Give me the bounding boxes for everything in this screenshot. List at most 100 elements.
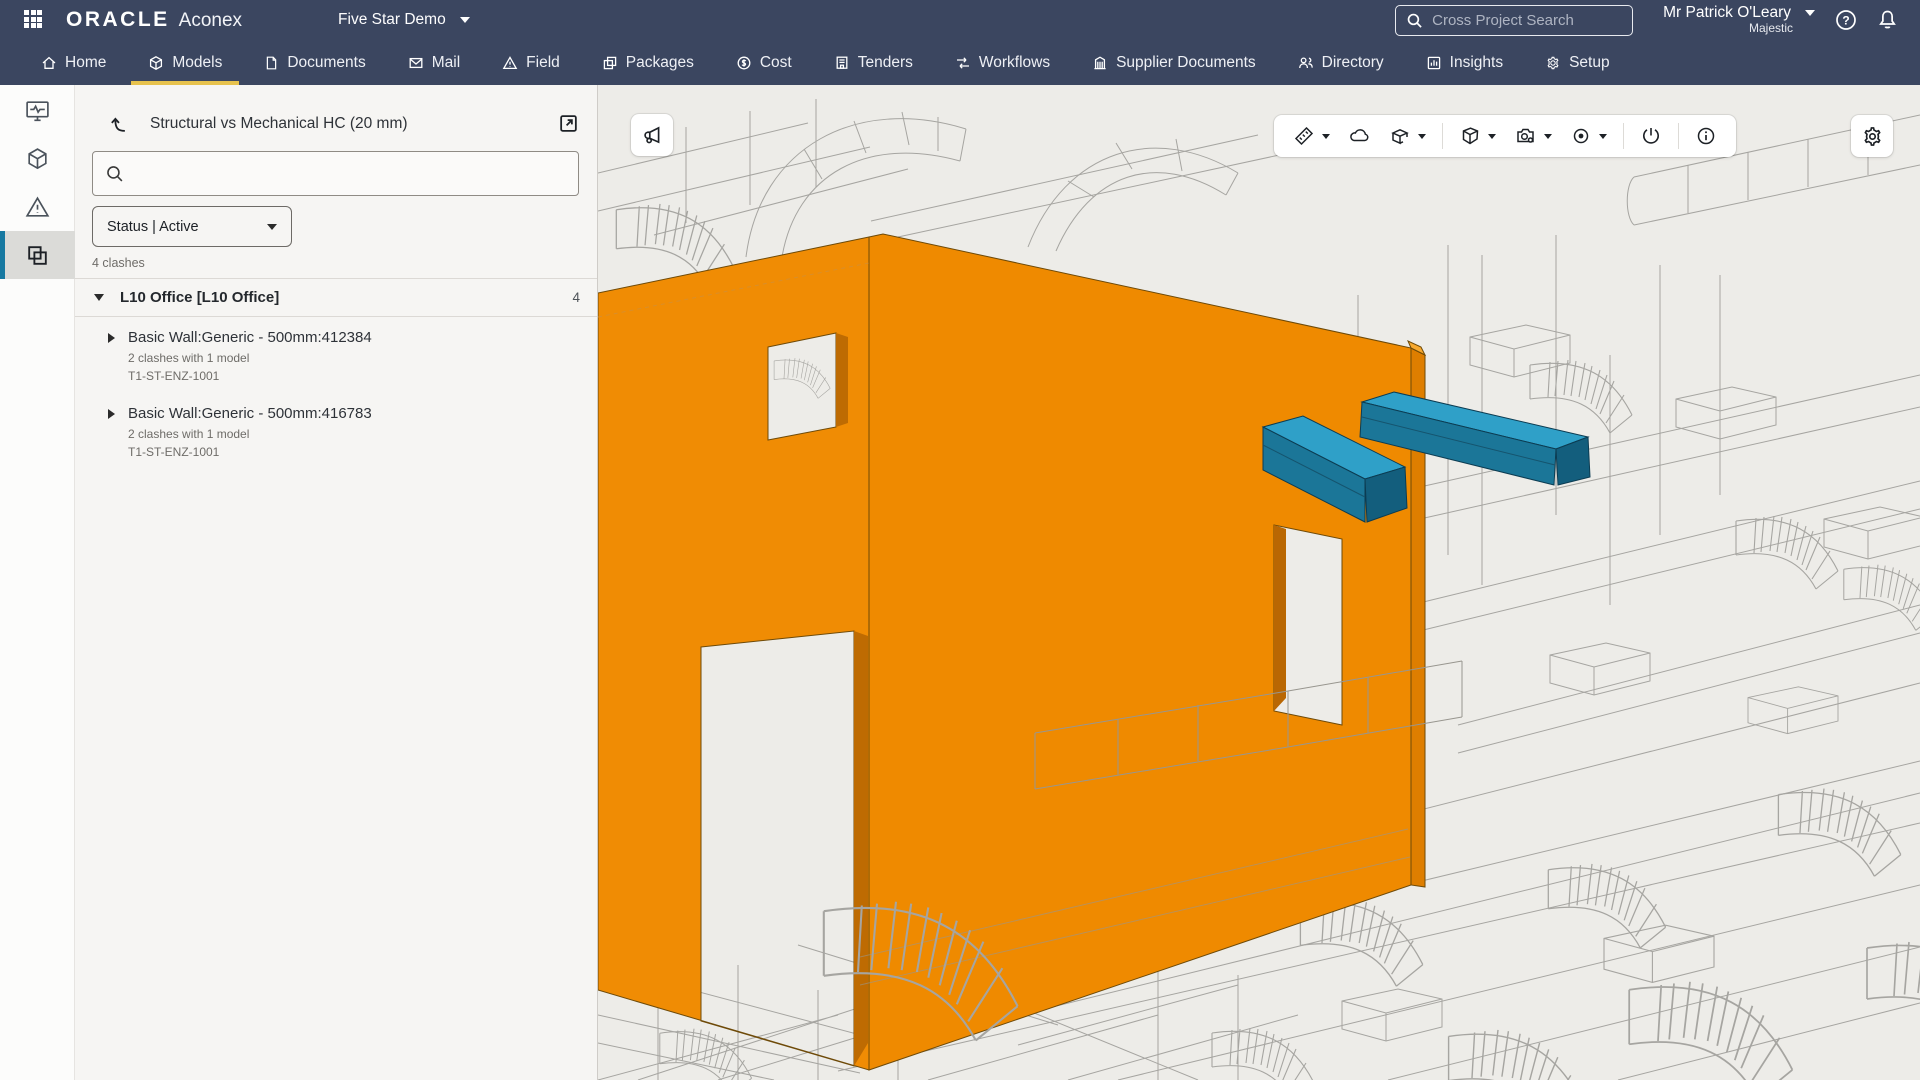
door-reveal (854, 631, 868, 1066)
bell-icon (1877, 9, 1898, 31)
notifications-button[interactable] (1877, 9, 1898, 31)
toolbar-divider (1623, 123, 1624, 149)
gear-icon (1861, 125, 1884, 148)
door2-reveal (1274, 525, 1286, 711)
home-icon (41, 55, 57, 71)
external-link-icon (558, 113, 579, 134)
info-icon (1695, 125, 1717, 147)
clash-item-model-code: T1-ST-ENZ-1001 (128, 445, 372, 459)
search-icon (1406, 12, 1423, 29)
warning-triangle-icon (502, 55, 518, 71)
clash-group-row[interactable]: L10 Office [L10 Office] 4 (75, 279, 597, 316)
project-name: Five Star Demo (338, 11, 446, 29)
nav-directory[interactable]: Directory (1277, 40, 1405, 85)
viewer-settings-button[interactable] (1851, 115, 1893, 157)
chevron-down-icon (1805, 10, 1815, 16)
chevron-down-icon (1418, 134, 1426, 139)
window-reveal (836, 333, 848, 427)
top-bar: ORACLE Aconex Five Star Demo Mr Patrick … (0, 0, 1920, 85)
power-icon (1640, 125, 1662, 147)
help-button[interactable]: ? (1835, 9, 1857, 31)
left-icon-rail (0, 85, 75, 1080)
issues-triangle-icon (24, 194, 51, 221)
toolbar-divider (1678, 123, 1679, 149)
viewer-screen-icon (24, 98, 51, 125)
chevron-down-icon (1599, 134, 1607, 139)
announcements-button[interactable] (631, 114, 673, 156)
chevron-down-icon (1322, 134, 1330, 139)
clash-count-summary: 4 clashes (92, 256, 597, 270)
section-box-icon (1389, 125, 1411, 147)
app-waffle-icon[interactable] (24, 10, 44, 30)
nav-workflows[interactable]: Workflows (934, 40, 1071, 85)
back-up-button[interactable] (107, 113, 128, 134)
nav-models[interactable]: Models (127, 40, 243, 85)
document-icon (264, 55, 279, 71)
nav-field[interactable]: Field (481, 40, 581, 85)
nav-tenders[interactable]: Tenders (813, 40, 934, 85)
help-icon: ? (1835, 9, 1857, 31)
clash-search-input[interactable] (134, 166, 554, 182)
viewer-toolbar (1274, 115, 1736, 157)
collapse-caret-icon (94, 294, 104, 301)
search-input[interactable] (1432, 12, 1612, 29)
dollar-circle-icon (736, 55, 752, 71)
rail-item-models[interactable] (0, 135, 75, 183)
chevron-down-icon (460, 17, 470, 23)
cube-icon (148, 55, 164, 71)
status-filter-dropdown[interactable]: Status | Active (92, 206, 292, 247)
snapshot-button[interactable] (1505, 115, 1561, 157)
markup-cloud-button[interactable] (1339, 115, 1380, 157)
oracle-wordmark: ORACLE (66, 8, 170, 32)
chevron-down-icon (267, 224, 277, 230)
nav-packages[interactable]: Packages (581, 40, 715, 85)
nav-home[interactable]: Home (20, 40, 127, 85)
nav-documents[interactable]: Documents (243, 40, 386, 85)
info-button[interactable] (1686, 115, 1726, 157)
packages-icon (602, 55, 618, 71)
clash-list-item[interactable]: Basic Wall:Generic - 500mm:416783 2 clas… (75, 393, 597, 469)
measure-tool-button[interactable] (1284, 115, 1339, 157)
building-icon (1092, 55, 1108, 71)
rail-item-viewer[interactable] (0, 87, 75, 135)
wall-left-face (598, 237, 869, 1070)
clash-group-label: L10 Office [L10 Office] (120, 289, 572, 306)
nav-setup[interactable]: Setup (1524, 40, 1631, 85)
project-selector[interactable]: Five Star Demo (338, 11, 470, 29)
model-viewport[interactable] (598, 85, 1920, 1080)
clash-item-model-code: T1-ST-ENZ-1001 (128, 369, 372, 383)
camera-gear-icon (1514, 125, 1537, 147)
chevron-down-icon (1544, 134, 1552, 139)
workflow-arrows-icon (955, 55, 971, 71)
focus-button[interactable] (1561, 115, 1616, 157)
rail-item-clash-detection[interactable] (0, 231, 75, 279)
reset-view-button[interactable] (1631, 115, 1671, 157)
nav-insights[interactable]: Insights (1405, 40, 1524, 85)
nav-mail[interactable]: Mail (387, 40, 481, 85)
clash-item-subtitle: 2 clashes with 1 model (128, 427, 372, 441)
section-box-button[interactable] (1380, 115, 1435, 157)
bar-chart-icon (1426, 55, 1442, 71)
model-scene[interactable] (598, 85, 1920, 1080)
people-icon (1298, 55, 1314, 71)
nav-supplier-documents[interactable]: Supplier Documents (1071, 40, 1277, 85)
clash-search-box[interactable] (92, 151, 579, 196)
ruler-icon (1293, 125, 1315, 147)
nav-cost[interactable]: Cost (715, 40, 813, 85)
status-filter-label: Status | Active (107, 219, 267, 235)
gear-icon (1545, 55, 1561, 71)
expand-caret-icon (108, 333, 115, 343)
search-icon (105, 164, 124, 183)
user-menu[interactable]: Mr Patrick O'Leary Majestic (1663, 4, 1815, 35)
open-external-button[interactable] (558, 113, 579, 134)
clash-test-title: Structural vs Mechanical HC (20 mm) (150, 115, 558, 133)
clash-list-item[interactable]: Basic Wall:Generic - 500mm:412384 2 clas… (75, 317, 597, 393)
rail-item-issues[interactable] (0, 183, 75, 231)
model-view-button[interactable] (1450, 115, 1505, 157)
tender-doc-icon (834, 55, 850, 71)
model-cube-icon (24, 146, 51, 173)
top-bar-row1: ORACLE Aconex Five Star Demo Mr Patrick … (0, 0, 1920, 40)
cross-project-search[interactable] (1395, 5, 1633, 36)
chevron-down-icon (1488, 134, 1496, 139)
box-3d-icon (1459, 125, 1481, 147)
